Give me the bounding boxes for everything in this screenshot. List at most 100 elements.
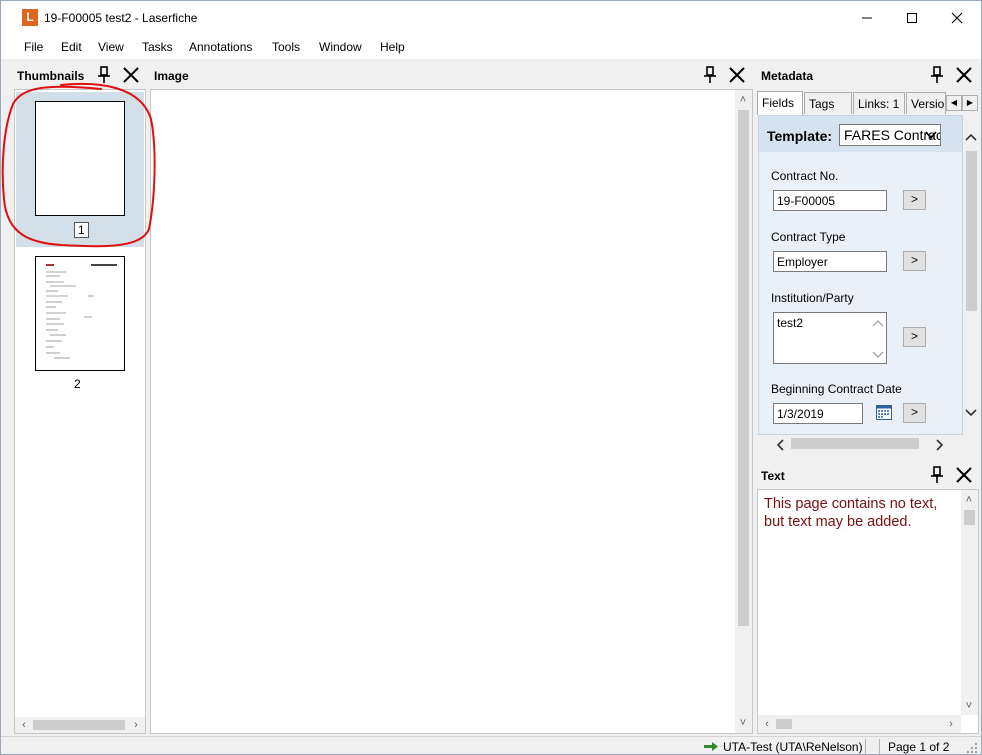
scroll-right-icon[interactable]: › — [944, 718, 958, 730]
page-1-preview[interactable] — [35, 101, 125, 216]
close-window-button[interactable] — [934, 1, 980, 35]
minimize-icon — [862, 17, 872, 19]
maximize-icon — [907, 13, 917, 23]
close-icon — [956, 67, 972, 83]
scroll-left-icon — [776, 439, 784, 451]
scroll-up-icon — [965, 133, 977, 141]
page-text-editor[interactable]: This page contains no text, but text may… — [757, 489, 979, 734]
close-icon — [729, 67, 745, 83]
image-pane-title: Image — [154, 69, 189, 83]
scroll-right-icon — [936, 439, 944, 451]
metadata-fields-form: Template: FARES Contract Contract No. 19… — [758, 115, 963, 435]
contract-no-field[interactable]: 19-F00005 — [773, 190, 887, 211]
text-hscrollbar[interactable]: ‹ › — [758, 715, 961, 733]
metadata-vscroll-thumb[interactable] — [966, 151, 977, 311]
status-bar: UTA-Test (UTA\ReNelson) Page 1 of 2 — [1, 736, 981, 754]
contract-type-field[interactable]: Employer — [773, 251, 887, 272]
thumbnails-hscrollbar[interactable]: ‹ › — [15, 717, 145, 733]
tab-tags[interactable]: Tags — [804, 92, 852, 114]
metadata-pane: Fields Tags Links: 1 Versions ◀ ▶ Templa… — [757, 89, 979, 454]
page-indicator: Page 1 of 2 — [888, 740, 950, 754]
chevron-down-icon — [925, 131, 937, 140]
scroll-up-icon[interactable]: ˄ — [962, 494, 976, 506]
thumbnails-list: 1 2 ‹ › — [14, 89, 146, 734]
textarea-scroll-arrows-icon — [872, 320, 884, 358]
metadata-hscrollbar[interactable] — [758, 435, 963, 452]
menu-bar: File Edit View Tasks Annotations Tools W… — [1, 35, 981, 59]
menu-annotations[interactable]: Annotations — [189, 40, 252, 54]
no-text-message: This page contains no text, but text may… — [764, 496, 938, 530]
text-pane-header: Text — [757, 461, 979, 489]
scroll-left-icon[interactable]: ‹ — [760, 718, 774, 730]
text-vscrollbar[interactable]: ˄ ˅ — [961, 490, 978, 715]
text-vscroll-thumb[interactable] — [964, 510, 975, 525]
tab-links[interactable]: Links: 1 — [853, 92, 905, 114]
pin-icon — [931, 66, 943, 83]
thumbnails-pane-title: Thumbnails — [17, 69, 85, 83]
metadata-tabs: Fields Tags Links: 1 Versions ◀ ▶ — [757, 91, 979, 115]
calendar-button[interactable] — [876, 404, 892, 423]
menu-tools[interactable]: Tools — [272, 40, 300, 54]
status-separator — [865, 739, 866, 754]
template-select[interactable]: FARES Contract — [839, 124, 941, 146]
page-1-number: 1 — [74, 222, 89, 238]
pin-icon — [931, 466, 943, 483]
document-preview-icon — [46, 264, 117, 359]
scroll-down-icon[interactable]: ˅ — [736, 717, 750, 729]
beginning-date-field[interactable]: 1/3/2019 — [773, 403, 863, 424]
tab-fields[interactable]: Fields — [757, 91, 803, 115]
menu-view[interactable]: View — [98, 40, 124, 54]
thumbnail-page-1[interactable]: 1 — [16, 92, 144, 247]
laserfiche-logo-icon: L — [22, 9, 38, 26]
menu-file[interactable]: File — [24, 40, 43, 54]
calendar-icon — [876, 405, 892, 420]
scroll-up-icon[interactable]: ˄ — [736, 94, 750, 106]
metadata-hscroll-thumb[interactable] — [791, 438, 919, 449]
pin-image-button[interactable] — [702, 66, 720, 84]
resize-grip-icon — [967, 743, 977, 753]
minimize-button[interactable] — [844, 1, 890, 35]
pin-metadata-button[interactable] — [929, 66, 947, 84]
image-vscroll-thumb[interactable] — [738, 110, 749, 626]
contract-type-label: Contract Type — [771, 230, 846, 244]
scroll-down-icon[interactable]: ˅ — [962, 700, 976, 712]
thumbnails-hscroll-thumb[interactable] — [33, 720, 125, 730]
close-thumbnails-button[interactable] — [122, 66, 140, 84]
close-image-button[interactable] — [728, 66, 746, 84]
beginning-date-go-button[interactable]: > — [903, 403, 926, 423]
text-hscroll-thumb[interactable] — [776, 719, 792, 729]
title-bar: L 19-F00005 test2 - Laserfiche — [1, 1, 981, 35]
contract-type-go-button[interactable]: > — [903, 251, 926, 271]
metadata-pane-header: Metadata — [757, 61, 979, 89]
scroll-right-icon[interactable]: › — [129, 719, 143, 731]
pin-icon — [704, 66, 716, 83]
page-2-preview[interactable] — [35, 256, 125, 371]
metadata-vscrollbar[interactable] — [963, 115, 979, 435]
tab-versions[interactable]: Versions — [906, 92, 946, 114]
contract-no-go-button[interactable]: > — [903, 190, 926, 210]
institution-party-label: Institution/Party — [771, 291, 854, 305]
image-vscrollbar[interactable]: ˄ ˅ — [735, 90, 752, 733]
institution-party-go-button[interactable]: > — [903, 327, 926, 347]
contract-no-label: Contract No. — [771, 169, 839, 183]
institution-party-field[interactable]: test2 — [773, 312, 887, 364]
pin-text-button[interactable] — [929, 466, 947, 484]
image-viewer[interactable]: ˄ ˅ — [150, 89, 753, 734]
menu-tasks[interactable]: Tasks — [142, 40, 173, 54]
close-metadata-button[interactable] — [955, 66, 973, 84]
close-text-button[interactable] — [955, 466, 973, 484]
beginning-date-label: Beginning Contract Date — [771, 382, 902, 396]
pin-icon — [98, 66, 110, 83]
maximize-button[interactable] — [889, 1, 935, 35]
close-icon — [956, 467, 972, 483]
laserfiche-window: L 19-F00005 test2 - Laserfiche File Edit… — [0, 0, 982, 755]
scroll-left-icon[interactable]: ‹ — [17, 719, 31, 731]
close-icon — [951, 12, 963, 24]
repository-status: UTA-Test (UTA\ReNelson) — [723, 740, 863, 754]
pin-thumbnails-button[interactable] — [96, 66, 114, 84]
tab-scroll-left-icon[interactable]: ◀ — [946, 95, 962, 111]
menu-help[interactable]: Help — [380, 40, 405, 54]
menu-window[interactable]: Window — [319, 40, 362, 54]
menu-edit[interactable]: Edit — [61, 40, 82, 54]
tab-scroll-right-icon[interactable]: ▶ — [962, 95, 978, 111]
